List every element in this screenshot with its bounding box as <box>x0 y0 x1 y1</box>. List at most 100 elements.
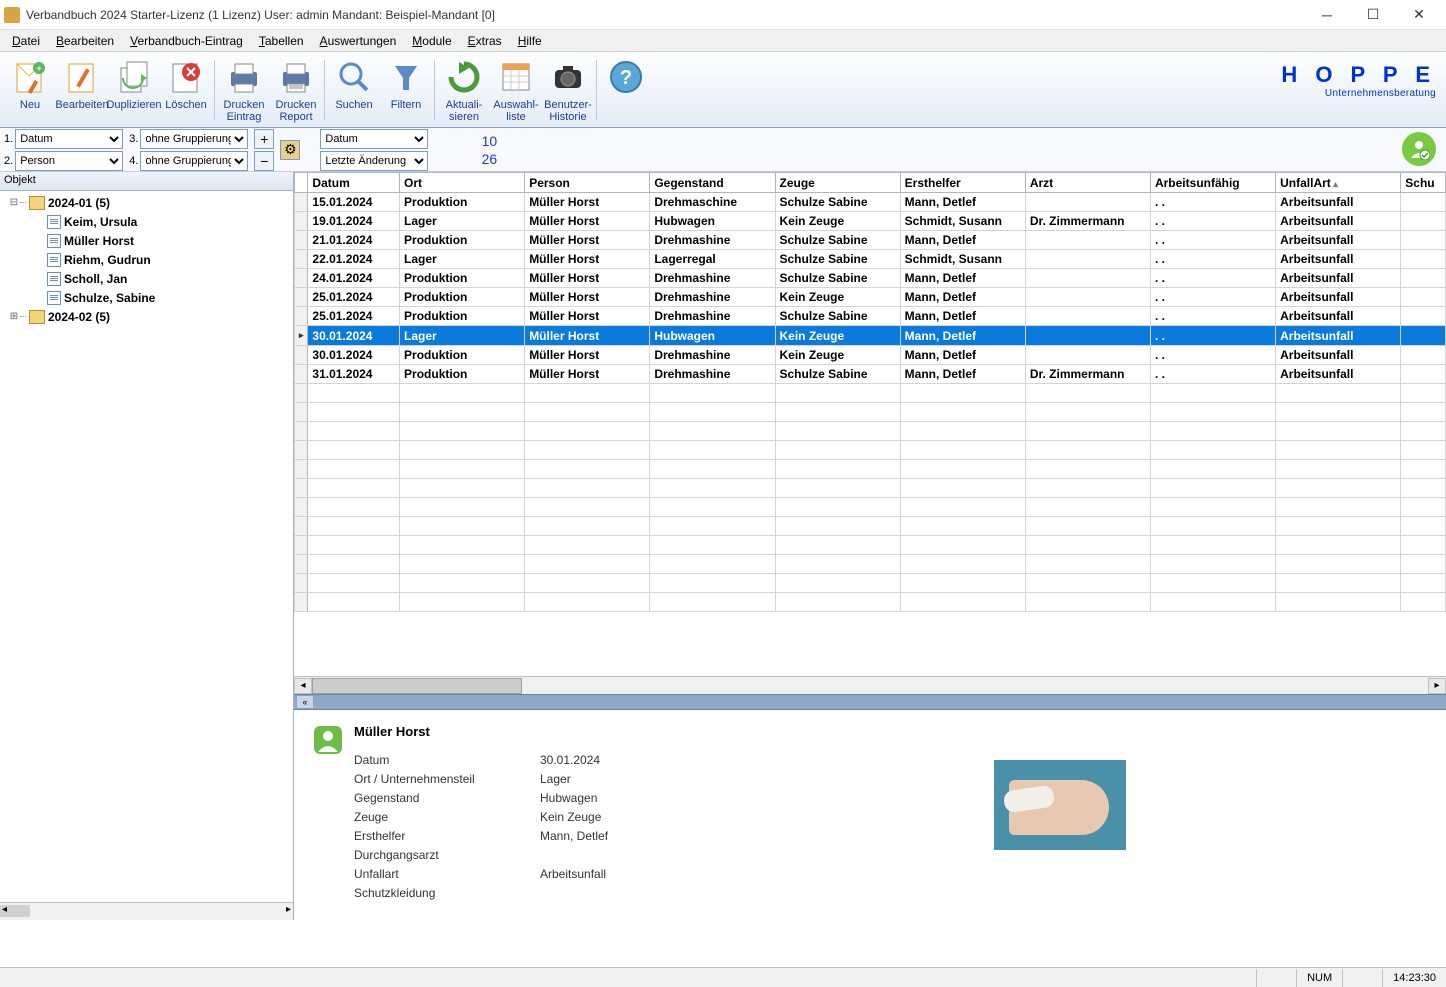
scroll-thumb[interactable] <box>312 678 522 694</box>
col-ersthelfer[interactable]: Ersthelfer <box>900 173 1025 193</box>
table-row[interactable]: 22.01.2024LagerMüller HorstLagerregalSch… <box>295 250 1446 269</box>
detail-datum: 30.01.2024 <box>540 753 600 772</box>
menu-extras[interactable]: Extras <box>460 32 510 50</box>
detail-zeuge: Kein Zeuge <box>540 810 601 829</box>
toolbar-loeschen[interactable]: Löschen <box>160 54 212 126</box>
toolbar-neu[interactable]: +Neu <box>4 54 56 126</box>
table-row[interactable]: 24.01.2024ProduktionMüller HorstDrehmash… <box>295 269 1446 288</box>
tree-item[interactable]: Scholl, Jan <box>0 269 293 288</box>
tree-item[interactable]: Schulze, Sabine <box>0 288 293 307</box>
sort-select-1[interactable]: Datum <box>320 129 428 149</box>
table-row[interactable]: 21.01.2024ProduktionMüller HorstDrehmash… <box>295 231 1446 250</box>
add-group-button[interactable]: + <box>254 129 274 149</box>
toolbar-help[interactable]: ? <box>600 54 652 126</box>
table-row[interactable]: 25.01.2024ProduktionMüller HorstDrehmash… <box>295 307 1446 326</box>
toolbar-suchen[interactable]: Suchen <box>328 54 380 126</box>
table-row-empty <box>295 441 1446 460</box>
table-row-empty <box>295 498 1446 517</box>
folder-icon <box>29 196 45 210</box>
grid-pane: Datum Ort Person Gegenstand Zeuge Ersthe… <box>294 172 1446 920</box>
tree-item[interactable]: Müller Horst <box>0 231 293 250</box>
col-schutz[interactable]: Schu <box>1401 173 1446 193</box>
menu-module[interactable]: Module <box>404 32 459 50</box>
menu-tabellen[interactable]: Tabellen <box>251 32 312 50</box>
window-controls: ─ ☐ ✕ <box>1304 0 1442 30</box>
tree-hscroll[interactable]: ◂▸ <box>0 902 293 920</box>
table-row-empty <box>295 536 1446 555</box>
toolbar-auswahlliste[interactable]: Auswahl- liste <box>490 54 542 126</box>
status-num: NUM <box>1296 969 1342 987</box>
tree[interactable]: ⊟2024-01 (5) Keim, Ursula Müller Horst R… <box>0 191 293 902</box>
maximize-button[interactable]: ☐ <box>1350 0 1396 30</box>
group-select-1[interactable]: Datum <box>15 129 123 149</box>
detail-name: Müller Horst <box>354 724 794 739</box>
col-person[interactable]: Person <box>525 173 650 193</box>
row-header-col <box>295 173 308 193</box>
tree-item[interactable]: Keim, Ursula <box>0 212 293 231</box>
table-row-empty <box>295 574 1446 593</box>
document-icon <box>47 234 61 248</box>
table-row[interactable]: 30.01.2024ProduktionMüller HorstDrehmash… <box>295 346 1446 365</box>
tree-node-2024-01[interactable]: ⊟2024-01 (5) <box>0 193 293 212</box>
toolbar-benutzerhistorie[interactable]: Benutzer- Historie <box>542 54 594 126</box>
table-row[interactable]: 25.01.2024ProduktionMüller HorstDrehmash… <box>295 288 1446 307</box>
group-select-3[interactable]: ohne Gruppierung <box>140 129 248 149</box>
col-datum[interactable]: Datum <box>308 173 400 193</box>
status-scroll <box>1342 969 1382 987</box>
toolbar-drucken-report[interactable]: Drucken Report <box>270 54 322 126</box>
table-row[interactable]: 31.01.2024ProduktionMüller HorstDrehmash… <box>295 365 1446 384</box>
detail-ersthelfer: Mann, Detlef <box>540 829 608 848</box>
col-unfallart[interactable]: UnfallArt <box>1276 173 1401 193</box>
col-zeuge[interactable]: Zeuge <box>775 173 900 193</box>
app-icon <box>4 7 20 23</box>
toolbar-duplizieren[interactable]: Duplizieren <box>108 54 160 126</box>
collapse-details-button[interactable]: « <box>296 695 314 709</box>
col-ort[interactable]: Ort <box>400 173 525 193</box>
table-row[interactable]: 30.01.2024LagerMüller HorstHubwagenKein … <box>295 326 1446 346</box>
col-arbeitsunfaehig[interactable]: Arbeitsunfähig <box>1150 173 1275 193</box>
injury-photo <box>994 760 1126 850</box>
main-split: Objekt ⊟2024-01 (5) Keim, Ursula Müller … <box>0 172 1446 920</box>
minimize-button[interactable]: ─ <box>1304 0 1350 30</box>
sort-select-2[interactable]: Letzte Änderung <box>320 151 428 171</box>
scroll-left[interactable]: ◂ <box>294 678 312 694</box>
col-gegenstand[interactable]: Gegenstand <box>650 173 775 193</box>
menu-auswertungen[interactable]: Auswertungen <box>312 32 405 50</box>
menu-datei[interactable]: Datei <box>4 32 48 50</box>
active-user-icon[interactable] <box>1402 132 1436 166</box>
toolbar-separator <box>214 60 216 120</box>
folder-icon <box>29 310 45 324</box>
document-icon <box>47 253 61 267</box>
collapse-icon[interactable]: ⊟ <box>8 197 20 208</box>
scroll-right[interactable]: ▸ <box>1428 678 1446 694</box>
toolbar-bearbeiten[interactable]: Bearbeiten <box>56 54 108 126</box>
svg-text:?: ? <box>620 67 632 89</box>
expand-icon[interactable]: ⊞ <box>8 311 20 322</box>
col-arzt[interactable]: Arzt <box>1025 173 1150 193</box>
detail-ort: Lager <box>540 772 571 791</box>
table-row-empty <box>295 517 1446 536</box>
detail-gegenstand: Hubwagen <box>540 791 597 810</box>
apply-group-button[interactable]: ⚙ <box>280 140 300 160</box>
document-icon <box>47 291 61 305</box>
menu-verbandbuch[interactable]: Verbandbuch-Eintrag <box>122 32 251 50</box>
table-row[interactable]: 15.01.2024ProduktionMüller HorstDrehmasc… <box>295 193 1446 212</box>
status-caps <box>1256 969 1296 987</box>
group-select-2[interactable]: Person <box>15 151 123 171</box>
toolbar-filtern[interactable]: Filtern <box>380 54 432 126</box>
tree-node-2024-02[interactable]: ⊞2024-02 (5) <box>0 307 293 326</box>
remove-group-button[interactable]: − <box>254 151 274 171</box>
count-1: 10 <box>474 133 504 149</box>
close-button[interactable]: ✕ <box>1396 0 1442 30</box>
grid-hscroll[interactable]: ◂ ▸ <box>294 676 1446 694</box>
menu-hilfe[interactable]: Hilfe <box>510 32 550 50</box>
tree-pane: Objekt ⊟2024-01 (5) Keim, Ursula Müller … <box>0 172 294 920</box>
tree-item[interactable]: Riehm, Gudrun <box>0 250 293 269</box>
data-grid[interactable]: Datum Ort Person Gegenstand Zeuge Ersthe… <box>294 172 1446 676</box>
group-select-4[interactable]: ohne Gruppierung <box>140 151 248 171</box>
toolbar-aktualisieren[interactable]: Aktuali- sieren <box>438 54 490 126</box>
menu-bearbeiten[interactable]: Bearbeiten <box>48 32 122 50</box>
toolbar-drucken-eintrag[interactable]: Drucken Eintrag <box>218 54 270 126</box>
grouping-bar: 1.Datum 2.Person 3.ohne Gruppierung 4.oh… <box>0 128 1446 172</box>
table-row[interactable]: 19.01.2024LagerMüller HorstHubwagenKein … <box>295 212 1446 231</box>
